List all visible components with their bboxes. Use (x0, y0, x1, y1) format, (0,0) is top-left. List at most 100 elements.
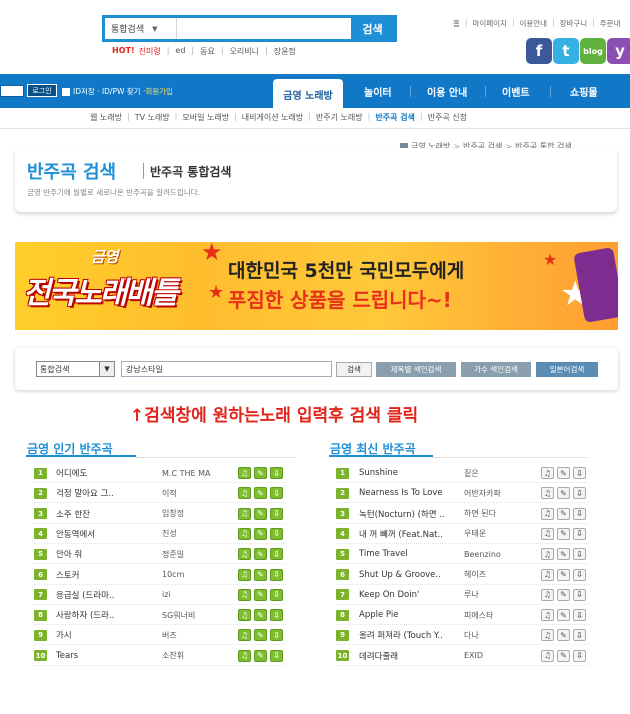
subnav-item[interactable]: 내비게이션 노래방 (242, 112, 303, 123)
song-row[interactable]: 2 Nearness Is To Love 어반자카파 ♫ ✎ ⇩ (336, 483, 596, 503)
save-icon[interactable]: ⇩ (270, 568, 283, 581)
song-title[interactable]: Keep On Doin' (359, 590, 460, 600)
save-icon[interactable]: ⇩ (270, 548, 283, 561)
lyrics-icon[interactable]: ♫ (238, 609, 251, 622)
mic-icon[interactable]: ✎ (254, 507, 267, 520)
lyrics-icon[interactable]: ♫ (541, 629, 554, 642)
blog-icon[interactable]: blog (580, 38, 606, 64)
song-row[interactable]: 6 스토커 10cm ♫ ✎ ⇩ (34, 565, 294, 585)
lyrics-icon[interactable]: ♫ (541, 487, 554, 500)
mic-icon[interactable]: ✎ (557, 649, 570, 662)
save-icon[interactable]: ⇩ (573, 487, 586, 500)
subnav-item-current[interactable]: 반주곡 검색 (375, 112, 415, 123)
song-title[interactable]: Tears (56, 651, 158, 661)
mic-icon[interactable]: ✎ (557, 527, 570, 540)
song-title[interactable]: 녹턴(Nocturn) (하면 .. (359, 508, 460, 520)
song-row[interactable]: 8 Apple Pie 피에스타 ♫ ✎ ⇩ (336, 605, 596, 625)
subnav-item[interactable]: 반주기 노래방 (316, 112, 363, 123)
subnav-item[interactable]: 모바일 노래방 (182, 112, 229, 123)
hot-keyword[interactable]: ed (175, 46, 185, 57)
mic-icon[interactable]: ✎ (254, 588, 267, 601)
mic-icon[interactable]: ✎ (254, 467, 267, 479)
song-title[interactable]: 걱정 말아요 그.. (56, 487, 158, 499)
song-row[interactable]: 7 Keep On Doin' 루나 ♫ ✎ ⇩ (336, 585, 596, 605)
util-link-cart[interactable]: 장바구니 (560, 18, 588, 29)
save-icon[interactable]: ⇩ (270, 629, 283, 642)
mic-icon[interactable]: ✎ (557, 467, 570, 479)
title-index-search-button[interactable]: 제목별 색인검색 (376, 362, 456, 377)
lyrics-icon[interactable]: ♫ (238, 588, 251, 601)
lyrics-icon[interactable]: ♫ (541, 609, 554, 622)
event-banner[interactable]: ★ ★ ★ ★ 금영 전국노래배틀 대한민국 5천만 국민모두에게 푸짐한 상품… (15, 242, 618, 330)
song-row[interactable]: 5 안아 줘 정준일 ♫ ✎ ⇩ (34, 544, 294, 564)
util-link-order[interactable]: 주문내 (600, 18, 621, 29)
song-row[interactable]: 4 내 꺼 빼꺼 (Feat.Nat.. 우태운 ♫ ✎ ⇩ (336, 524, 596, 544)
song-title[interactable]: 안동역에서 (56, 528, 158, 540)
join-link[interactable]: 회원가입 (145, 86, 173, 97)
song-title[interactable]: 스토커 (56, 569, 158, 581)
nav-tab-event[interactable]: 이벤트 (502, 74, 530, 108)
mic-icon[interactable]: ✎ (254, 487, 267, 500)
song-row[interactable]: 2 걱정 말아요 그.. 이적 ♫ ✎ ⇩ (34, 483, 294, 503)
hot-keyword[interactable]: 장윤정 (274, 46, 296, 57)
song-row[interactable]: 8 사랑하자 (드라.. SG워너비 ♫ ✎ ⇩ (34, 605, 294, 625)
mic-icon[interactable]: ✎ (254, 609, 267, 622)
login-id-input[interactable] (0, 85, 24, 97)
song-row[interactable]: 3 녹턴(Nocturn) (하면 .. 하면 된다 ♫ ✎ ⇩ (336, 504, 596, 524)
song-row[interactable]: 3 소주 한잔 임창정 ♫ ✎ ⇩ (34, 504, 294, 524)
save-icon[interactable]: ⇩ (573, 527, 586, 540)
song-title[interactable]: Nearness Is To Love (359, 488, 460, 498)
lyrics-icon[interactable]: ♫ (541, 649, 554, 662)
mic-icon[interactable]: ✎ (557, 487, 570, 500)
save-icon[interactable]: ⇩ (573, 609, 586, 622)
save-id-label[interactable]: ID저장 · ID/PW 찾기 · (73, 86, 145, 97)
lyrics-icon[interactable]: ♫ (541, 527, 554, 540)
save-icon[interactable]: ⇩ (270, 588, 283, 601)
util-link-mypage[interactable]: 마이페이지 (472, 18, 507, 29)
song-title[interactable]: 올려 퍼져라 (Touch Y.. (359, 629, 460, 641)
mic-icon[interactable]: ✎ (254, 568, 267, 581)
save-icon[interactable]: ⇩ (573, 507, 586, 520)
save-icon[interactable]: ⇩ (270, 507, 283, 520)
save-icon[interactable]: ⇩ (270, 527, 283, 540)
mic-icon[interactable]: ✎ (557, 588, 570, 601)
song-title[interactable]: 사랑하자 (드라.. (56, 609, 158, 621)
mic-icon[interactable]: ✎ (254, 629, 267, 642)
song-search-button[interactable]: 검색 (336, 362, 372, 377)
song-row[interactable]: 10 Tears 소찬휘 ♫ ✎ ⇩ (34, 646, 294, 666)
lyrics-icon[interactable]: ♫ (541, 588, 554, 601)
song-row[interactable]: 5 Time Travel Beenzino ♫ ✎ ⇩ (336, 544, 596, 564)
song-row[interactable]: 10 데려다줄래 EXID ♫ ✎ ⇩ (336, 646, 596, 666)
save-icon[interactable]: ⇩ (573, 548, 586, 561)
mic-icon[interactable]: ✎ (254, 548, 267, 561)
mic-icon[interactable]: ✎ (254, 527, 267, 540)
song-title[interactable]: 가시 (56, 629, 158, 641)
util-link-guide[interactable]: 이용안내 (519, 18, 547, 29)
mic-icon[interactable]: ✎ (557, 609, 570, 622)
yozm-icon[interactable]: y (607, 38, 630, 64)
hot-keyword[interactable]: 진미령 (139, 46, 161, 57)
song-search-select[interactable]: 통합검색 ▼ (36, 361, 115, 377)
song-row[interactable]: 4 안동역에서 진성 ♫ ✎ ⇩ (34, 524, 294, 544)
lyrics-icon[interactable]: ♫ (238, 467, 251, 479)
mic-icon[interactable]: ✎ (254, 649, 267, 662)
lyrics-icon[interactable]: ♫ (541, 568, 554, 581)
mic-icon[interactable]: ✎ (557, 568, 570, 581)
song-search-input[interactable]: 강남스타일 (121, 361, 332, 377)
song-title[interactable]: Shut Up & Groove.. (359, 570, 460, 580)
util-link-home[interactable]: 홈 (453, 18, 460, 29)
song-title[interactable]: 내 꺼 빼꺼 (Feat.Nat.. (359, 528, 460, 540)
nav-tab-guide[interactable]: 이용 안내 (427, 74, 467, 108)
song-row[interactable]: 1 어디에도 M.C THE MA ♫ ✎ ⇩ (34, 463, 294, 483)
twitter-icon[interactable]: t (553, 38, 579, 64)
song-title[interactable]: 응급실 (드라마.. (56, 589, 158, 601)
facebook-icon[interactable]: f (526, 38, 552, 64)
lyrics-icon[interactable]: ♫ (238, 649, 251, 662)
song-title[interactable]: Time Travel (359, 549, 460, 559)
save-icon[interactable]: ⇩ (270, 609, 283, 622)
save-icon[interactable]: ⇩ (573, 467, 586, 479)
save-icon[interactable]: ⇩ (573, 568, 586, 581)
lyrics-icon[interactable]: ♫ (238, 568, 251, 581)
lyrics-icon[interactable]: ♫ (238, 487, 251, 500)
song-row[interactable]: 7 응급실 (드라마.. izi ♫ ✎ ⇩ (34, 585, 294, 605)
